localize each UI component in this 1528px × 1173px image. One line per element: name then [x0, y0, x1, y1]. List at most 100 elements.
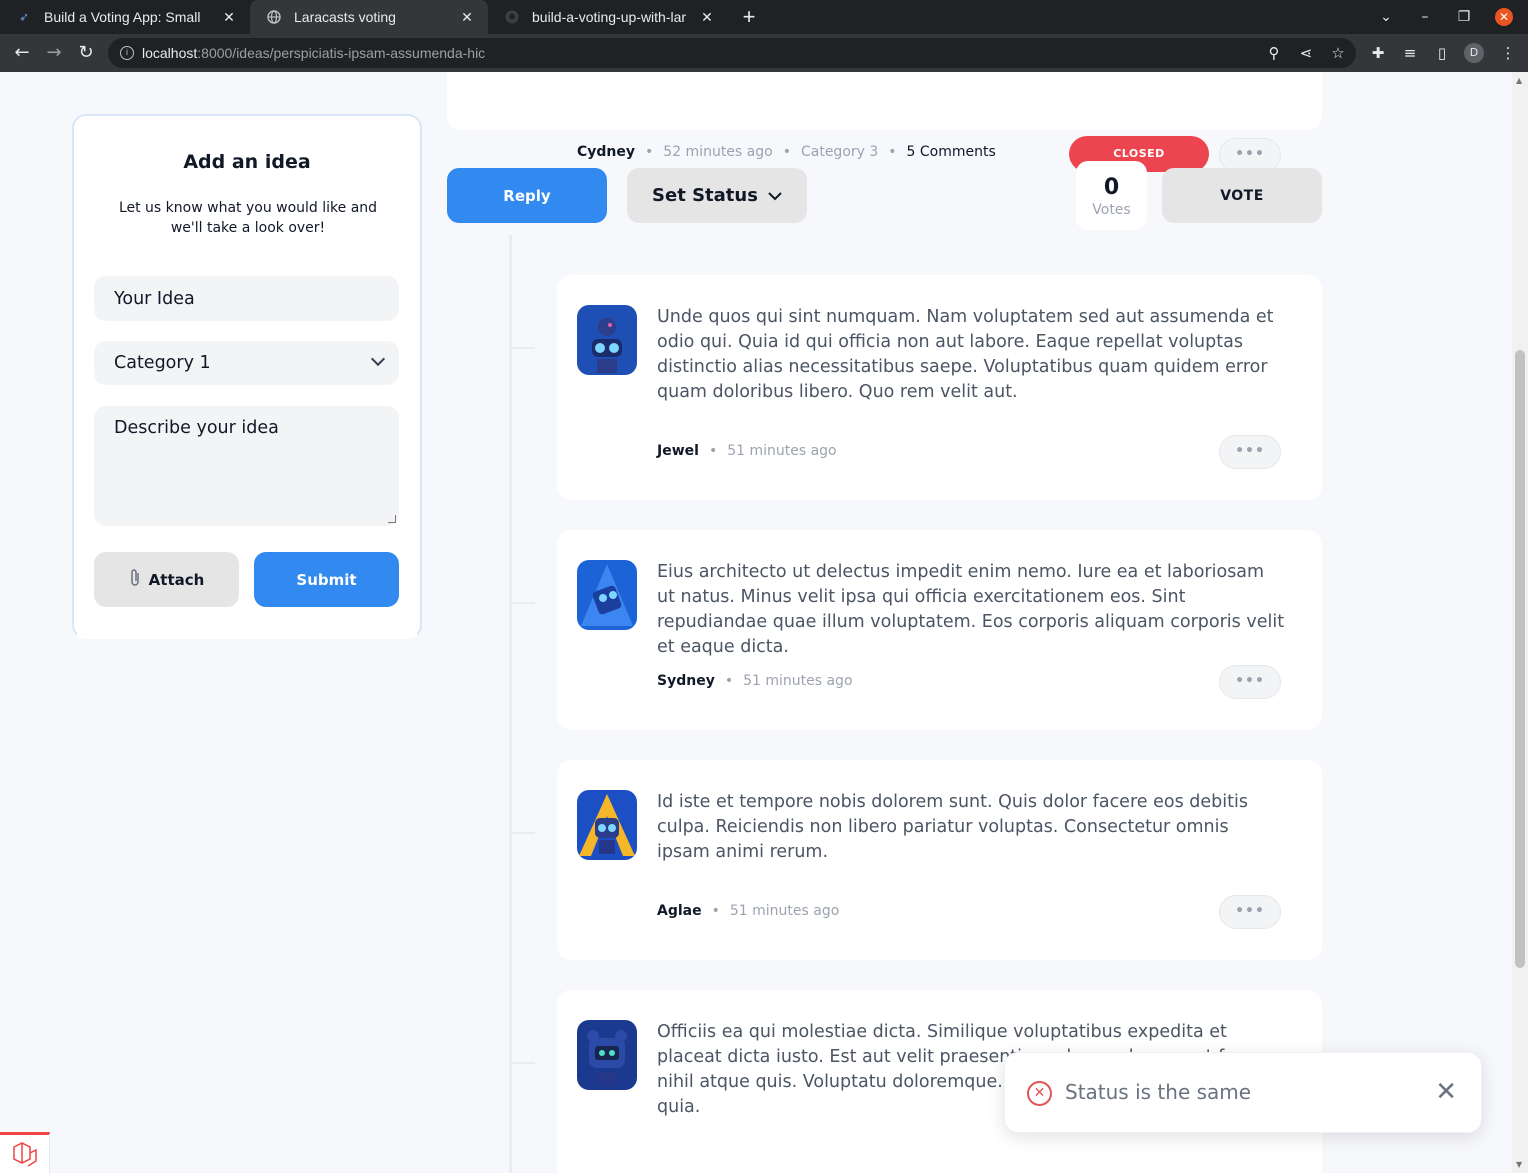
- close-tab-icon[interactable]: ✕: [698, 9, 716, 26]
- idea-category: Category 3: [800, 144, 879, 160]
- idea-more-button[interactable]: •••: [1219, 138, 1281, 172]
- comment-more-button[interactable]: •••: [1219, 895, 1281, 929]
- comment-body: Id iste et tempore nobis dolorem sunt. Q…: [657, 792, 1248, 862]
- comment-more-button[interactable]: •••: [1219, 665, 1281, 699]
- idea-meta: Cydney • 52 minutes ago • Category 3 • 5…: [577, 144, 996, 160]
- thread-connector: [512, 602, 535, 604]
- comment-author: Aglae: [657, 903, 702, 919]
- close-tab-icon[interactable]: ✕: [220, 9, 238, 26]
- set-status-label: Set Status: [652, 185, 758, 206]
- votes-counter: 0 Votes: [1076, 161, 1147, 230]
- zoom-icon[interactable]: ⚲: [1262, 41, 1286, 65]
- side-panel-icon[interactable]: ▯: [1430, 41, 1454, 65]
- comment-card: Id iste et tempore nobis dolorem sunt. Q…: [557, 760, 1322, 960]
- browser-tab-bar: ➶ Build a Voting App: Small ✕ Laracasts …: [0, 0, 1528, 34]
- thread-connector: [512, 1062, 535, 1064]
- menu-icon[interactable]: ⋮: [1496, 41, 1520, 65]
- comment-time: 51 minutes ago: [743, 673, 853, 689]
- tab-search-icon[interactable]: ⌄: [1371, 0, 1401, 34]
- url-path: :8000/ideas/perspiciatis-ipsam-assumenda…: [197, 45, 486, 61]
- set-status-button[interactable]: Set Status: [627, 168, 807, 223]
- comment-body: Unde quos qui sint numquam. Nam voluptat…: [657, 307, 1274, 402]
- url-host: localhost: [142, 45, 198, 61]
- robot-avatar: [577, 560, 637, 630]
- description-placeholder: Describe your idea: [114, 418, 279, 438]
- robot-avatar: [577, 1020, 637, 1090]
- scroll-up-icon[interactable]: ▲: [1516, 76, 1522, 85]
- idea-author: Cydney: [577, 144, 636, 160]
- minimize-icon[interactable]: –: [1410, 0, 1440, 34]
- window-close-icon[interactable]: ✕: [1495, 8, 1513, 26]
- add-idea-title: Add an idea: [183, 151, 311, 173]
- idea-title-placeholder: Your Idea: [114, 288, 195, 309]
- resize-handle[interactable]: [388, 515, 396, 523]
- thread-connector: [512, 347, 535, 349]
- close-tab-icon[interactable]: ✕: [458, 9, 476, 26]
- media-icon[interactable]: ≡: [1398, 41, 1422, 65]
- attach-label: Attach: [148, 570, 205, 589]
- idea-time: 52 minutes ago: [663, 144, 773, 160]
- robot-avatar: [577, 790, 637, 860]
- paperclip-icon: [129, 568, 141, 592]
- vote-button[interactable]: VOTE: [1162, 168, 1322, 223]
- comment-author: Jewel: [657, 443, 699, 459]
- idea-card: Cydney • 52 minutes ago • Category 3 • 5…: [447, 72, 1322, 172]
- forward-icon[interactable]: →: [41, 40, 67, 66]
- comment-author: Sydney: [657, 673, 715, 689]
- error-x-icon: ✕: [1027, 1081, 1052, 1106]
- description-textarea[interactable]: Describe your idea: [94, 406, 399, 526]
- comment-card: Eius architecto ut delectus impedit enim…: [557, 530, 1322, 730]
- profile-avatar[interactable]: D: [1464, 43, 1484, 63]
- comment-more-button[interactable]: •••: [1219, 435, 1281, 469]
- comment-meta: Jewel • 51 minutes ago: [657, 443, 837, 459]
- new-tab-icon[interactable]: +: [736, 4, 762, 30]
- idea-comments-count: 5 Comments: [906, 144, 996, 160]
- extensions-icon[interactable]: ✚: [1366, 41, 1390, 65]
- submit-button[interactable]: Submit: [254, 552, 399, 607]
- page-scrollbar[interactable]: ▲ ▼: [1512, 72, 1528, 1173]
- laracasts-icon: ➶: [18, 10, 30, 24]
- tab-title: Laracasts voting: [294, 9, 396, 25]
- scroll-down-icon[interactable]: ▼: [1516, 1160, 1522, 1169]
- comments-thread-line: [509, 235, 512, 1173]
- scrollbar-thumb[interactable]: [1515, 350, 1525, 968]
- reload-icon[interactable]: ↻: [73, 40, 99, 66]
- category-selected: Category 1: [114, 353, 211, 373]
- idea-title-input[interactable]: Your Idea: [94, 276, 399, 321]
- browser-tab-active[interactable]: Laracasts voting ✕: [250, 0, 488, 34]
- votes-count: 0: [1103, 175, 1120, 200]
- browser-toolbar: ← → ↻ i localhost:8000/ideas/perspiciati…: [0, 34, 1528, 72]
- page-content: Cydney • 52 minutes ago • Category 3 • 5…: [0, 72, 1512, 1173]
- comment-meta: Aglae • 51 minutes ago: [657, 903, 840, 919]
- site-info-icon[interactable]: i: [120, 46, 134, 60]
- reply-button[interactable]: Reply: [447, 168, 607, 223]
- close-icon[interactable]: ✕: [1435, 1079, 1457, 1105]
- share-icon[interactable]: ⋖: [1294, 41, 1318, 65]
- tab-title: Build a Voting App: Small: [44, 9, 201, 25]
- comment-meta: Sydney • 51 minutes ago: [657, 673, 853, 689]
- browser-tab[interactable]: build-a-voting-up-with-lar ✕: [488, 0, 728, 34]
- notification-toast: ✕ Status is the same ✕: [1004, 1052, 1482, 1133]
- attach-button[interactable]: Attach: [94, 552, 239, 607]
- globe-icon: [266, 9, 282, 25]
- github-icon: [504, 9, 520, 25]
- add-idea-subtitle: Let us know what you would like and we'l…: [118, 200, 378, 236]
- comment-time: 51 minutes ago: [727, 443, 837, 459]
- bookmark-star-icon[interactable]: ☆: [1326, 41, 1350, 65]
- address-bar[interactable]: i localhost:8000/ideas/perspiciatis-ipsa…: [108, 38, 1356, 68]
- robot-avatar: [577, 305, 637, 375]
- add-idea-card: Add an idea Let us know what you would l…: [72, 114, 422, 639]
- thread-connector: [512, 832, 535, 834]
- comment-card: Unde quos qui sint numquam. Nam voluptat…: [557, 275, 1322, 500]
- debugbar-icon[interactable]: [0, 1132, 50, 1173]
- chevron-down-icon: [370, 351, 386, 367]
- comment-time: 51 minutes ago: [729, 903, 840, 919]
- comment-body: Eius architecto ut delectus impedit enim…: [657, 562, 1285, 657]
- tab-title: build-a-voting-up-with-lar: [532, 9, 687, 25]
- category-select[interactable]: Category 1: [94, 341, 399, 385]
- maximize-icon[interactable]: ❐: [1449, 0, 1479, 34]
- chevron-down-icon: [768, 185, 782, 206]
- browser-tab[interactable]: ➶ Build a Voting App: Small ✕: [0, 0, 250, 34]
- toast-message: Status is the same: [1065, 1080, 1252, 1104]
- back-icon[interactable]: ←: [9, 40, 35, 66]
